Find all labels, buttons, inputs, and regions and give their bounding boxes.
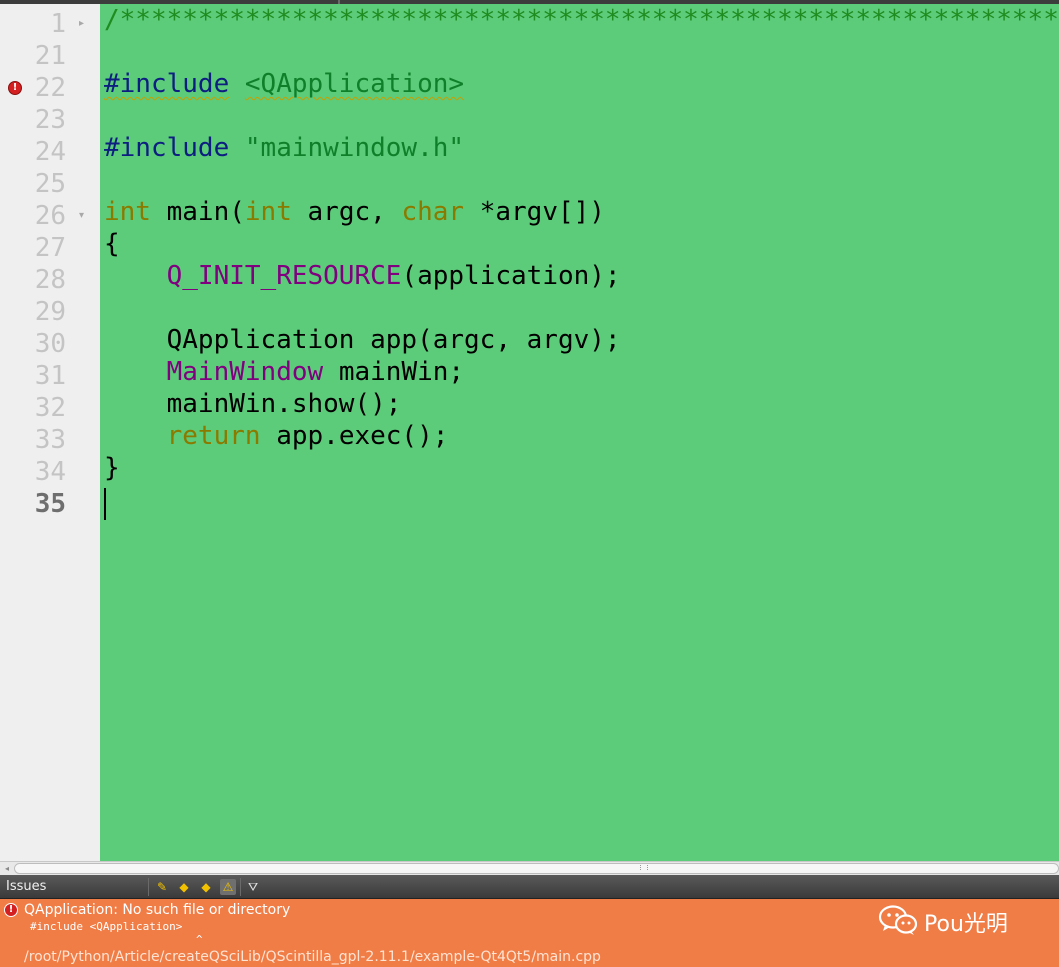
code-token: <QApplication> bbox=[244, 69, 465, 99]
issue-message[interactable]: QApplication: No such file or directory bbox=[24, 902, 290, 918]
toolbar-separator bbox=[148, 878, 149, 896]
code-token: argc, bbox=[291, 197, 402, 227]
error-marker-icon[interactable]: ! bbox=[8, 81, 22, 95]
clean-icon[interactable]: ✎ bbox=[154, 879, 170, 895]
code-token: int bbox=[244, 197, 292, 227]
code-token: char bbox=[401, 197, 465, 227]
code-token: mainWin.show(); bbox=[104, 389, 402, 419]
line-number[interactable]: 29 bbox=[0, 296, 66, 328]
watermark-text: Pou光明 bbox=[924, 912, 1008, 937]
code-token: { bbox=[104, 229, 120, 259]
line-number[interactable]: 31 bbox=[0, 360, 66, 392]
code-token: /***************************************… bbox=[104, 5, 1059, 35]
code-token: MainWindow bbox=[166, 357, 324, 387]
line-number[interactable]: 23 bbox=[0, 104, 66, 136]
line-number[interactable]: 21 bbox=[0, 40, 66, 72]
line-number[interactable]: 35 bbox=[0, 488, 66, 520]
fold-marker-icon[interactable]: ▸ bbox=[79, 19, 89, 29]
code-token: int bbox=[104, 197, 151, 227]
code-token: *argv[]) bbox=[464, 197, 605, 227]
line-number[interactable]: 32 bbox=[0, 392, 66, 424]
code-token: return bbox=[166, 421, 261, 451]
error-icon: ! bbox=[4, 903, 18, 917]
text-cursor bbox=[104, 488, 106, 520]
line-number-gutter[interactable]: 1 ▸ 21 22! 23 24 25 26 ▾ 27 28 29 30 31 32 33 34 35 bbox=[0, 4, 100, 861]
issue-code-line: #include <QApplication> bbox=[30, 920, 183, 933]
code-token: #include bbox=[104, 69, 230, 99]
code-line[interactable]: mainWin.show(); bbox=[104, 388, 402, 420]
code-token: "mainwindow.h" bbox=[244, 133, 465, 163]
code-token: } bbox=[104, 453, 120, 483]
code-line[interactable]: { bbox=[104, 228, 120, 260]
code-line[interactable]: } bbox=[104, 452, 120, 484]
toolbar-separator bbox=[240, 878, 241, 896]
code-line[interactable]: return app.exec(); bbox=[104, 420, 449, 452]
line-number[interactable]: 27 bbox=[0, 232, 66, 264]
code-line[interactable]: Q_INIT_RESOURCE(application); bbox=[104, 260, 621, 292]
code-line[interactable]: MainWindow mainWin; bbox=[104, 356, 464, 388]
line-number[interactable]: 30 bbox=[0, 328, 66, 360]
code-token: (application); bbox=[401, 261, 621, 291]
issue-caret: ^ bbox=[196, 933, 203, 946]
issue-file-path[interactable]: /root/Python/Article/createQSciLib/QScin… bbox=[24, 949, 601, 965]
line-number[interactable]: 1 bbox=[0, 8, 66, 40]
code-line[interactable]: /***************************************… bbox=[104, 4, 1059, 36]
line-number[interactable]: 33 bbox=[0, 424, 66, 456]
line-number[interactable]: 24 bbox=[0, 136, 66, 168]
fold-marker-icon[interactable]: ▾ bbox=[79, 211, 89, 221]
code-line[interactable]: QApplication app(argc, argv); bbox=[104, 324, 621, 356]
issues-pane-header: Issues ✎ ◆ ◆ ⚠ ⛛ bbox=[0, 875, 1059, 899]
horizontal-scrollbar[interactable]: ◂ bbox=[0, 861, 1059, 875]
line-number[interactable]: 28 bbox=[0, 264, 66, 296]
next-icon[interactable]: ◆ bbox=[198, 879, 214, 895]
code-token: #include bbox=[104, 133, 230, 163]
line-number[interactable]: 26 bbox=[0, 200, 66, 232]
code-token: mainWin; bbox=[323, 357, 465, 387]
issues-title: Issues bbox=[6, 879, 47, 894]
code-line[interactable]: #include <QApplication> bbox=[104, 68, 464, 100]
code-token: Q_INIT_RESOURCE bbox=[166, 261, 402, 291]
warning-filter-icon[interactable]: ⚠ bbox=[220, 879, 236, 895]
code-line[interactable]: #include "mainwindow.h" bbox=[104, 132, 464, 164]
line-number[interactable]: 34 bbox=[0, 456, 66, 488]
code-token: QApplication app(argc, argv); bbox=[104, 325, 621, 355]
scrollbar-thumb[interactable] bbox=[14, 863, 1059, 874]
filter-icon[interactable]: ⛛ bbox=[245, 879, 261, 895]
line-number[interactable]: 25 bbox=[0, 168, 66, 200]
code-editor[interactable]: /***************************************… bbox=[100, 4, 1059, 861]
code-token: app.exec(); bbox=[260, 421, 449, 451]
code-line[interactable]: int main(int argc, char *argv[]) bbox=[104, 196, 605, 228]
scroll-left-arrow-icon[interactable]: ◂ bbox=[2, 863, 12, 874]
wechat-logo-icon bbox=[878, 905, 918, 935]
scrollbar-grip[interactable] bbox=[640, 865, 648, 870]
code-token: main( bbox=[150, 197, 245, 227]
prev-icon[interactable]: ◆ bbox=[176, 879, 192, 895]
